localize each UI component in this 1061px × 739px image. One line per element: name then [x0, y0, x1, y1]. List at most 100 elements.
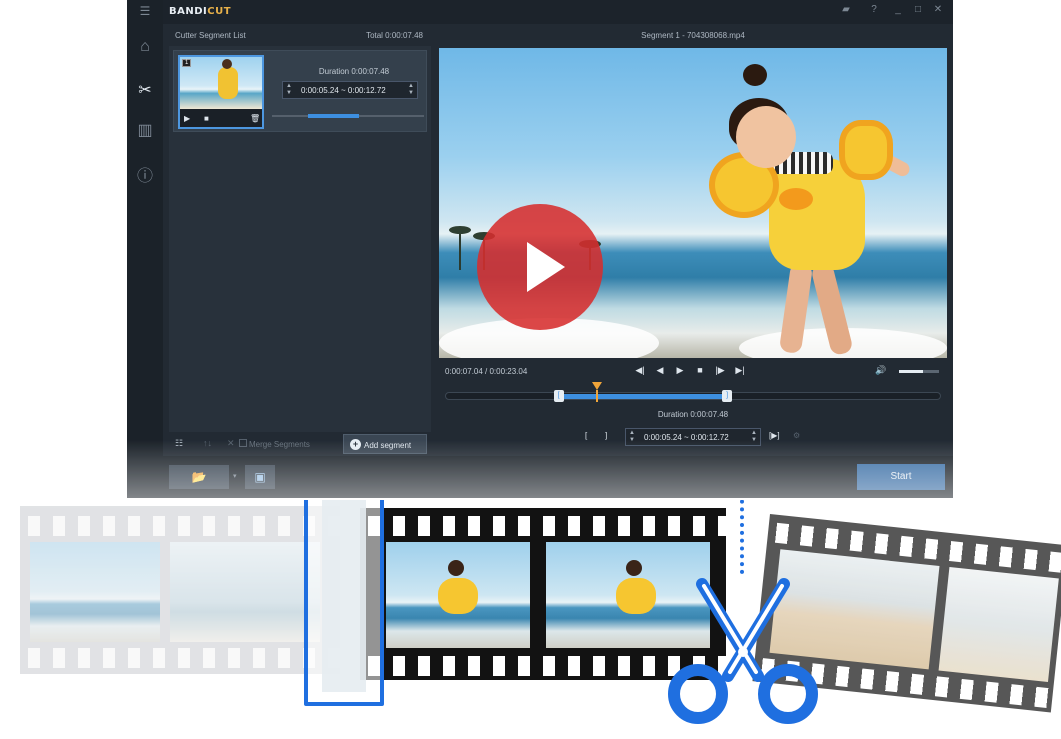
film-strip-illustration — [0, 500, 1061, 739]
frame-figure — [438, 578, 478, 614]
segment-progress-bar — [272, 114, 424, 118]
title-bar: BANDICUT ▰ ? _ □ ✕ — [127, 0, 953, 24]
timeline-slider[interactable]: [ ] — [445, 382, 941, 402]
film-frame — [938, 567, 1059, 682]
step-forward-icon[interactable]: |▶ — [713, 365, 727, 376]
figure-face — [736, 106, 796, 168]
frame-figure-head — [626, 560, 642, 576]
stop-icon[interactable]: ■ — [204, 114, 209, 123]
right-floatie — [839, 120, 893, 180]
stop-icon[interactable]: ■ — [693, 365, 707, 375]
segment-list-header: Cutter Segment List Total 0:00:07.48 — [169, 24, 431, 46]
playhead-line — [596, 390, 599, 402]
set-end-button[interactable]: ] — [605, 431, 607, 440]
open-file-button[interactable]: 📂 — [169, 465, 229, 489]
frame-figure — [616, 578, 656, 614]
spin-end-icon[interactable]: ▲ ▼ — [751, 430, 757, 444]
film-strip-left — [20, 506, 340, 674]
timeline-selection — [558, 394, 728, 399]
save-list-button[interactable]: ▣ — [245, 465, 275, 489]
range-text: 0:00:05.24 ~ 0:00:12.72 — [644, 433, 729, 442]
thumbnail-controls: ▶ ■ 🗑 — [180, 110, 262, 127]
cut-segment-marker — [304, 500, 384, 706]
segment-range-field[interactable]: ▲ ▼ 0:00:05.24 ~ 0:00:12.72 ▲ ▼ — [282, 81, 418, 99]
folder-open-icon: 📂 — [191, 470, 207, 484]
options-icon[interactable]: ⚙ — [793, 431, 800, 440]
logo-main: BANDI — [169, 6, 208, 17]
playback-controls: 0:00:07.04 / 0:00:23.04 ◀| ◀ ▶ ■ |▶ ▶| 🔊 — [439, 360, 947, 382]
merge-segments-label: Merge Segments — [249, 440, 310, 449]
thumbnail-image — [180, 57, 262, 109]
thumbnail-figure — [218, 67, 238, 99]
list-view-icon[interactable]: ☷ — [175, 438, 183, 449]
sprocket-holes — [360, 516, 726, 536]
close-icon[interactable]: ✕ — [931, 4, 945, 15]
cut-segment-inner — [322, 500, 366, 692]
info-icon[interactable]: ⓘ — [127, 162, 163, 186]
play-overlay-button[interactable] — [477, 204, 603, 330]
step-back-icon[interactable]: ◀ — [653, 365, 667, 376]
segment-thumbnail[interactable]: 1 ▶ ■ 🗑 — [178, 55, 264, 129]
duck-print — [779, 188, 813, 210]
plus-icon: + — [350, 439, 361, 450]
segment-item[interactable]: 1 ▶ ■ 🗑 Duration 0:00:07.48 ▲ ▼ 0:00:05.2… — [173, 50, 427, 132]
delete-icon[interactable]: 🗑 — [250, 114, 260, 123]
folder-icon[interactable]: ▰ — [839, 4, 853, 15]
segment-list-footer: ☷ ↑↓ ✕ Merge Segments + Add segment — [169, 432, 431, 456]
current-time: 0:00:07.04 / 0:00:23.04 — [445, 367, 528, 376]
add-segment-label: Add segment — [364, 441, 412, 450]
segment-duration: Duration 0:00:07.48 — [318, 67, 390, 76]
volume-icon[interactable]: 🔊 — [875, 365, 886, 376]
range-controls: [ ] ▲ ▼ 0:00:05.24 ~ 0:00:12.72 ▲ ▼ [▶] ⚙ — [439, 426, 947, 448]
scissors-icon — [668, 578, 818, 724]
maximize-icon[interactable]: □ — [911, 4, 925, 15]
segment-number: 1 — [182, 59, 192, 67]
home-icon[interactable]: ⌂ — [127, 38, 163, 56]
chevron-down-icon[interactable]: ▾ — [233, 472, 237, 480]
end-handle[interactable]: ] — [722, 390, 733, 402]
menu-icon[interactable]: ☰ — [127, 4, 163, 18]
help-icon[interactable]: ? — [867, 4, 881, 15]
playhead-marker[interactable] — [592, 382, 603, 390]
spin-end-icon[interactable]: ▲ ▼ — [408, 83, 414, 97]
play-icon[interactable]: ▶ — [184, 114, 190, 123]
cut-icon[interactable]: ✂ — [127, 80, 163, 100]
add-segment-button[interactable]: + Add segment — [343, 434, 427, 454]
start-handle[interactable]: [ — [553, 390, 564, 402]
spin-start-icon[interactable]: ▲ ▼ — [286, 83, 292, 97]
next-segment-icon[interactable]: ▶| — [733, 365, 747, 376]
remove-all-icon[interactable]: ✕ — [227, 438, 235, 449]
play-icon[interactable]: ▶ — [673, 365, 687, 376]
minimize-icon[interactable]: _ — [891, 4, 905, 15]
thumbnail-figure-head — [222, 59, 232, 69]
segment-progress-fill — [308, 114, 359, 118]
segment-list-total: Total 0:00:07.48 — [366, 31, 423, 40]
film-frame — [170, 542, 320, 642]
app-logo: BANDICUT — [169, 6, 231, 17]
range-field[interactable]: ▲ ▼ 0:00:05.24 ~ 0:00:12.72 ▲ ▼ — [625, 428, 761, 446]
frame-figure-head — [448, 560, 464, 576]
volume-slider[interactable] — [899, 370, 939, 373]
bottom-bar: 📂 ▾ ▣ Start — [127, 456, 953, 498]
save-icon: ▣ — [254, 470, 266, 484]
prev-segment-icon[interactable]: ◀| — [633, 365, 647, 376]
spin-start-icon[interactable]: ▲ ▼ — [629, 430, 635, 444]
segment-list-panel: Cutter Segment List Total 0:00:07.48 1 ▶… — [169, 24, 431, 456]
set-start-button[interactable]: [ — [585, 431, 587, 440]
merge-checkbox[interactable] — [239, 439, 247, 447]
encode-icon[interactable]: ▥ — [127, 120, 163, 140]
sprocket-holes — [20, 648, 340, 668]
film-frame — [386, 542, 530, 648]
start-button[interactable]: Start — [857, 464, 945, 490]
left-nav: ☰ ⌂ ✂ ▥ ⓘ ⚙ — [127, 0, 163, 498]
move-up-icon[interactable]: ↑↓ — [203, 438, 212, 448]
logo-accent: CUT — [207, 6, 232, 17]
sprocket-holes — [20, 516, 340, 536]
play-selection-icon[interactable]: [▶] — [769, 431, 780, 440]
film-frame — [30, 542, 160, 642]
figure-hair-bun — [743, 64, 767, 86]
selection-duration: Duration 0:00:07.48 — [657, 410, 729, 419]
segment-list-title: Cutter Segment List — [175, 31, 246, 40]
volume-fill — [899, 370, 923, 373]
palm-tree-top — [449, 226, 471, 234]
